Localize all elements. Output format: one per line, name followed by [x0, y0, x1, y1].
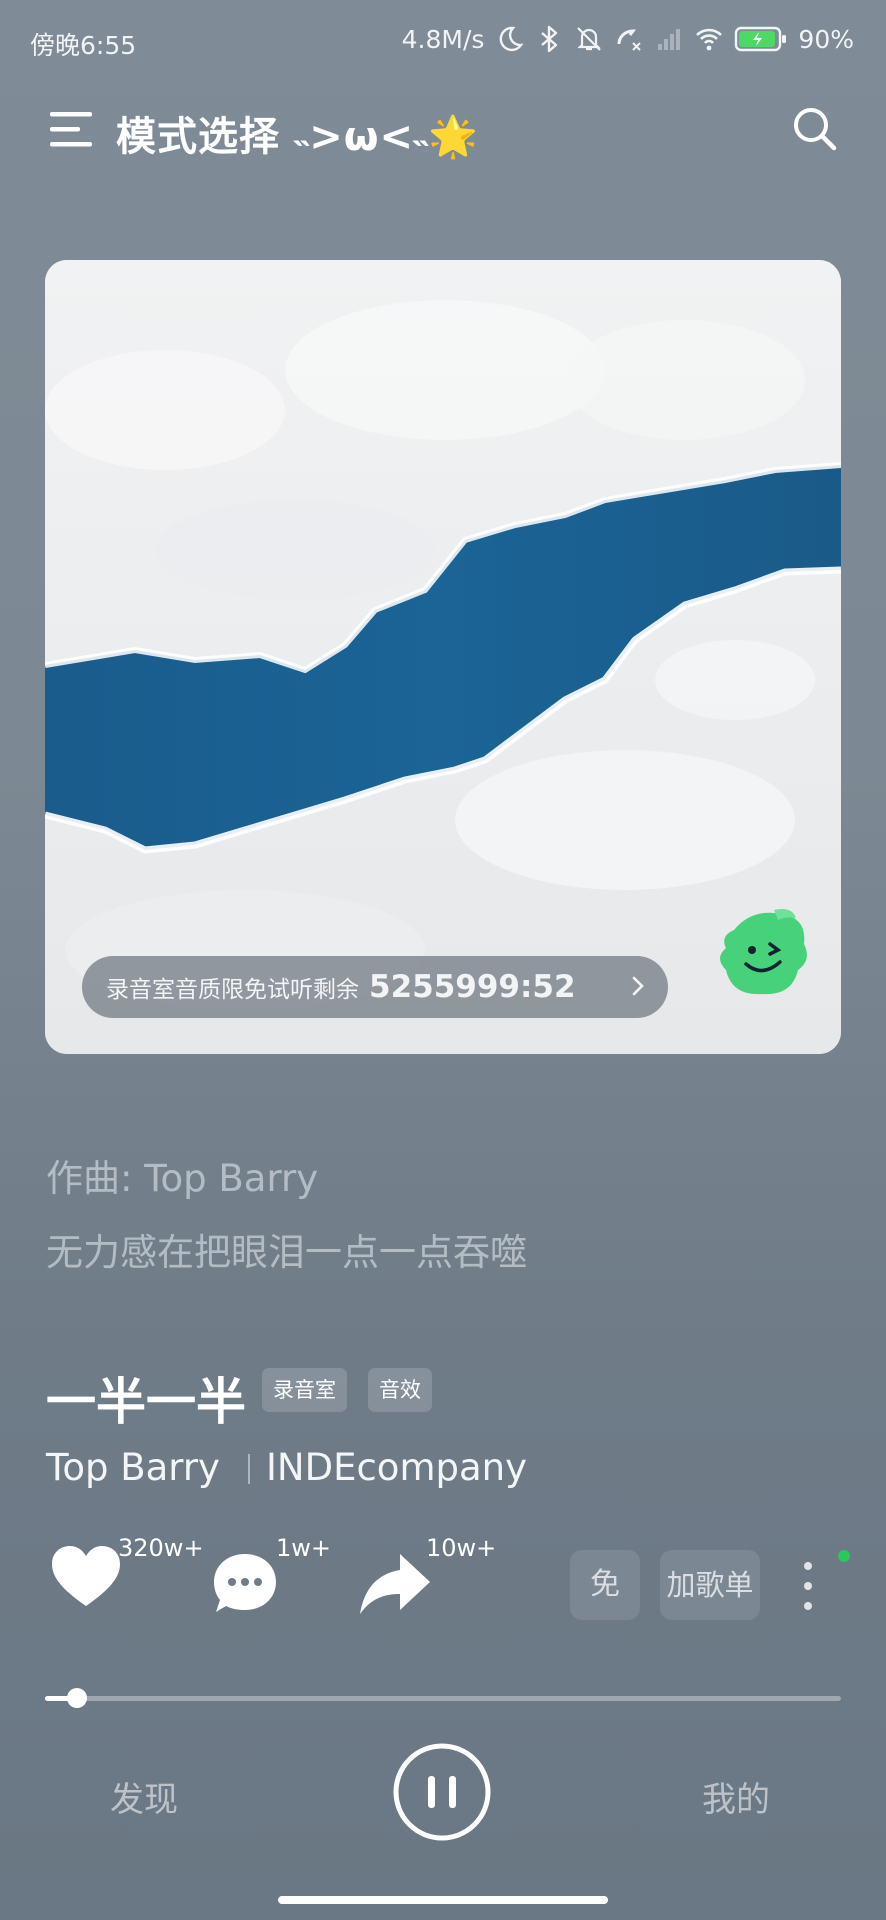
chevron-right-icon [632, 976, 644, 996]
pause-icon[interactable] [392, 1742, 492, 1842]
song-title: 一半一半 [46, 1373, 246, 1431]
call-missed-icon [617, 29, 642, 51]
mute-bell-icon [577, 27, 602, 51]
like-count: 320w+ [118, 1534, 204, 1562]
status-icons: 4.8M/s 90% [402, 24, 854, 54]
page-title[interactable]: 模式选择 ˵>ω<˵🌟 [116, 104, 479, 162]
status-bar: 傍晚6:55 4.8M/s 90% [0, 20, 886, 64]
nav-discover[interactable]: 发现 [110, 1772, 178, 1821]
menu-icon[interactable] [48, 108, 94, 152]
progress-track[interactable] [45, 1696, 841, 1701]
comment-count: 1w+ [276, 1534, 332, 1562]
moon-icon [500, 26, 524, 52]
artist-name-2[interactable]: INDEcompany [266, 1446, 527, 1489]
trial-text: 录音室音质限免试听剩余 [106, 977, 359, 1003]
progress-knob[interactable] [66, 1688, 87, 1708]
home-indicator[interactable] [278, 1896, 608, 1904]
lyrics-composer[interactable]: 作曲: Top Barry [46, 1148, 318, 1202]
tag-sound-effect[interactable]: 音效 [368, 1368, 432, 1412]
smiley-mascot-icon[interactable] [712, 900, 816, 1004]
bluetooth-icon [541, 25, 558, 53]
tag-studio-quality[interactable]: 录音室 [262, 1368, 347, 1412]
wifi-icon [696, 28, 723, 51]
trial-banner[interactable]: 录音室音质限免试听剩余 5255999:52 [82, 956, 668, 1018]
free-listen-button[interactable]: 免 [570, 1550, 640, 1620]
notification-dot [838, 1550, 850, 1562]
nav-mine[interactable]: 我的 [702, 1772, 770, 1821]
status-time: 傍晚6:55 [30, 31, 137, 60]
signal-icon [658, 29, 681, 50]
add-to-playlist-button[interactable]: 加歌单 [660, 1550, 760, 1620]
battery-percent: 90% [798, 24, 854, 54]
more-vertical-icon[interactable] [796, 1558, 820, 1614]
net-speed: 4.8M/s [401, 24, 485, 54]
heart-icon[interactable] [50, 1544, 122, 1610]
artist-name[interactable]: Top Barry [46, 1446, 220, 1489]
share-icon[interactable] [358, 1552, 432, 1616]
artist-divider [248, 1454, 250, 1484]
trial-countdown: 5255999:52 [369, 969, 576, 1005]
share-count: 10w+ [426, 1534, 497, 1562]
search-icon[interactable] [790, 104, 838, 152]
comment-icon[interactable] [212, 1552, 278, 1614]
battery-icon [735, 26, 787, 52]
lyrics-line[interactable]: 无力感在把眼泪一点一点吞噬 [46, 1222, 527, 1276]
